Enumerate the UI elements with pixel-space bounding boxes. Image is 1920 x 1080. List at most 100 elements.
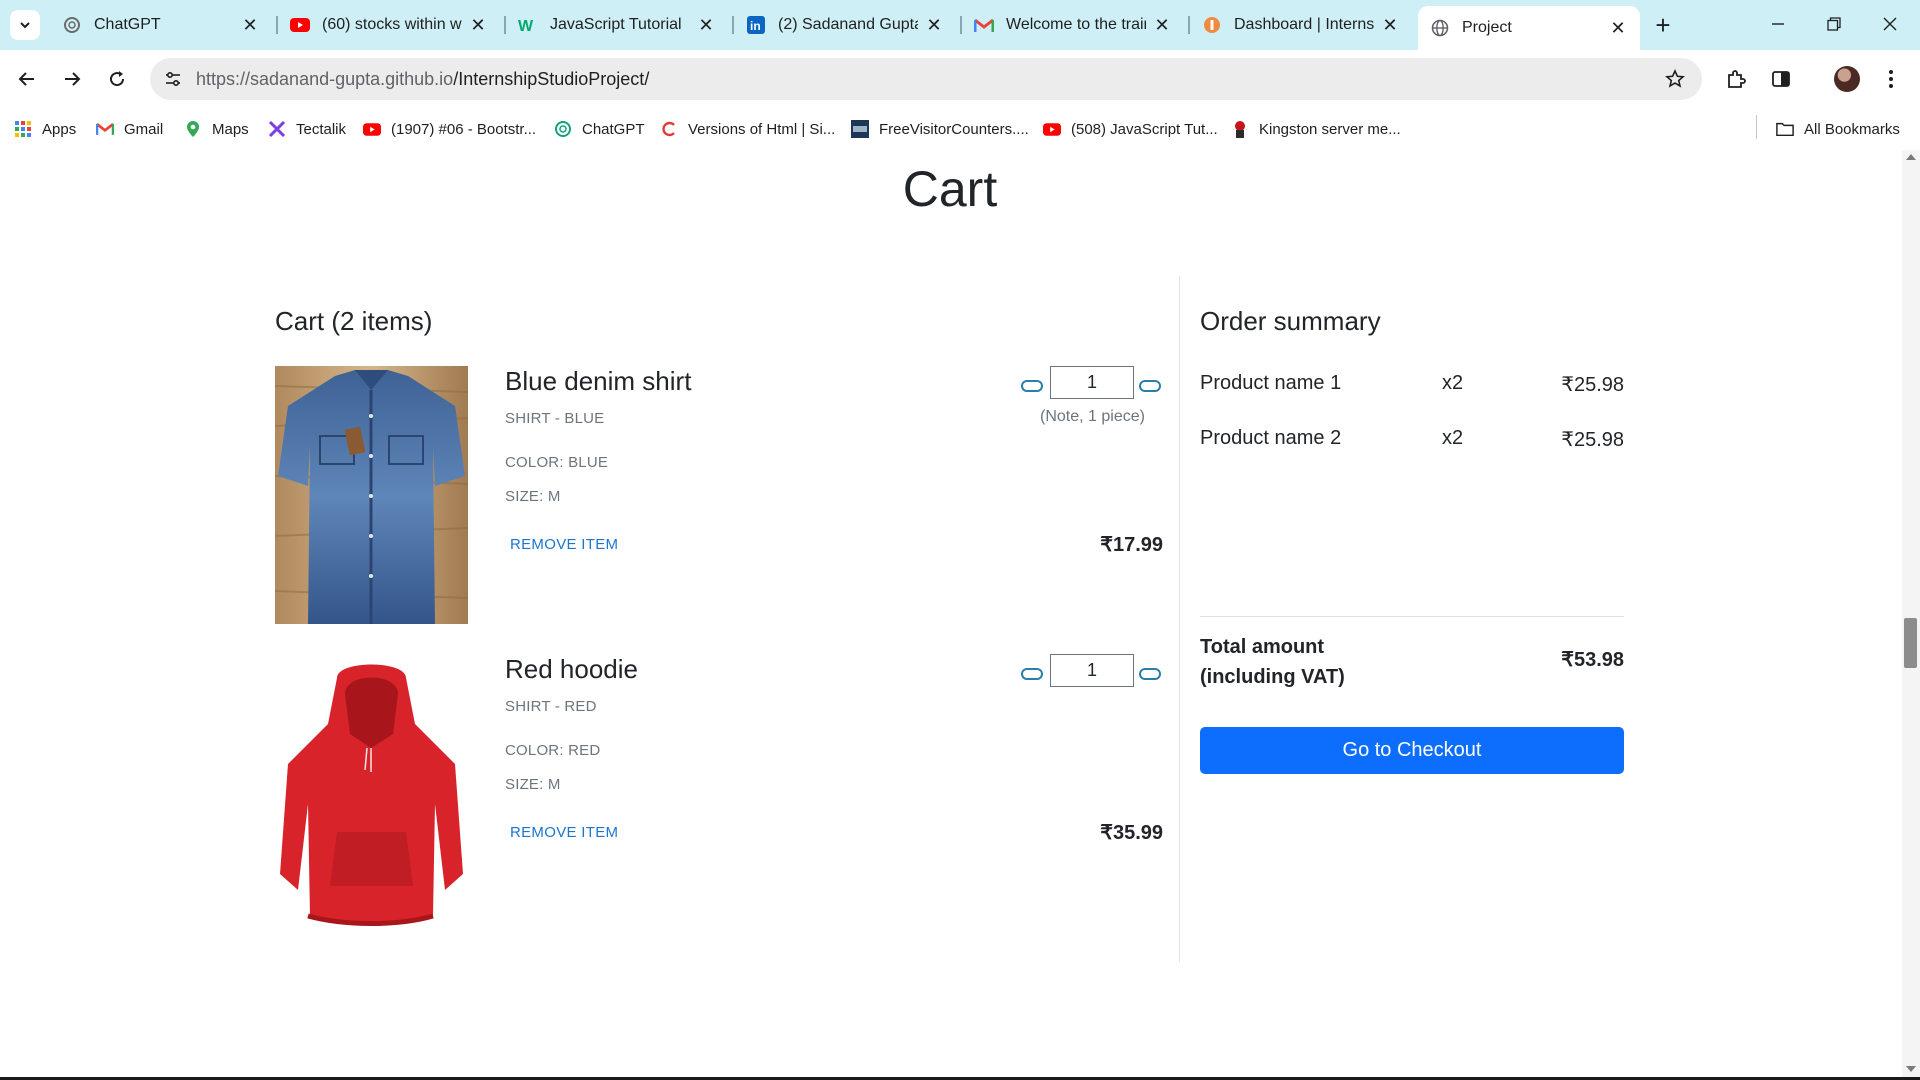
bookmark-label: All Bookmarks <box>1804 120 1900 138</box>
youtube-icon <box>1043 120 1061 138</box>
summary-product-qty: x2 <box>1442 427 1464 449</box>
scroll-up-arrow-icon[interactable] <box>1906 154 1916 160</box>
tab-youtube-stocks[interactable]: (60) stocks within we ✕ <box>278 8 500 42</box>
kingston-icon <box>1231 120 1249 138</box>
summary-product-price: ₹25.98 <box>1561 429 1624 451</box>
bookmark-versions-of-html[interactable]: Versions of Html | Si... <box>660 116 835 142</box>
bookmark-maps[interactable]: Maps <box>184 116 249 142</box>
close-icon[interactable]: ✕ <box>1152 15 1172 35</box>
forward-button[interactable] <box>55 62 89 96</box>
product-image-blue-denim-shirt <box>274 366 469 624</box>
bookmark-label: (1907) #06 - Bootstr... <box>391 120 537 138</box>
restore-button[interactable] <box>1812 6 1856 42</box>
counter-icon <box>851 120 869 138</box>
tectalik-icon <box>268 120 286 138</box>
cart-item: Blue denim shirt SHIRT - BLUE COLOR: BLU… <box>274 366 1163 624</box>
new-tab-button[interactable]: + <box>1648 10 1678 40</box>
close-icon[interactable]: ✕ <box>696 15 716 35</box>
side-panel-icon <box>1772 71 1790 87</box>
bookmark-label: FreeVisitorCounters.... <box>879 120 1029 138</box>
maps-pin-icon <box>184 120 202 138</box>
page-title: Cart <box>902 161 998 217</box>
chevron-down-icon <box>20 22 30 29</box>
gmail-icon <box>96 120 114 138</box>
quantity-input[interactable]: 1 <box>1050 654 1134 687</box>
tab-chatgpt[interactable]: ChatGPT ✕ <box>50 8 272 42</box>
summary-row: Product name 1 x2 ₹25.98 <box>1200 356 1624 412</box>
bookmark-bootstrap-video[interactable]: (1907) #06 - Bootstr... <box>363 116 536 142</box>
bookmark-label: Apps <box>42 120 77 138</box>
bookmark-gmail[interactable]: Gmail <box>96 116 163 142</box>
apps-grid-icon <box>14 120 32 138</box>
tab-internshala-dashboard[interactable]: Dashboard | Internsh ✕ <box>1190 8 1412 42</box>
close-icon[interactable]: ✕ <box>1380 15 1400 35</box>
url-text[interactable]: https://sadanand-gupta.github.io/Interns… <box>196 69 649 90</box>
bookmark-label: Kingston server me... <box>1259 120 1401 138</box>
browser-menu-button[interactable] <box>1874 62 1908 96</box>
tab-title: Welcome to the train <box>1006 16 1146 33</box>
scroll-down-arrow-icon[interactable] <box>1906 1066 1916 1072</box>
close-icon[interactable]: ✕ <box>1608 18 1628 38</box>
quantity-decrease-button[interactable] <box>1021 380 1043 392</box>
quantity-input[interactable]: 1 <box>1050 366 1134 399</box>
linkedin-icon: in <box>746 15 766 35</box>
page-scrollbar[interactable] <box>1902 150 1920 1080</box>
close-icon <box>1883 17 1897 31</box>
quantity-increase-button[interactable] <box>1139 380 1161 392</box>
quantity-decrease-button[interactable] <box>1021 668 1043 680</box>
site-settings-icon[interactable] <box>160 66 186 92</box>
tab-title: (2) Sadanand Gupta <box>778 16 918 33</box>
all-bookmarks[interactable]: All Bookmarks <box>1776 116 1900 142</box>
browser-toolbar: https://sadanand-gupta.github.io/Interns… <box>0 50 1920 108</box>
close-window-button[interactable] <box>1868 6 1912 42</box>
tab-search-button[interactable] <box>10 10 40 40</box>
url-path: /InternshipStudioProject/ <box>453 69 650 89</box>
bookmark-label: Gmail <box>124 120 164 138</box>
bookmark-label: Tectalik <box>296 120 347 138</box>
close-icon[interactable]: ✕ <box>240 15 260 35</box>
tab-project[interactable]: Project ✕ <box>1418 6 1640 50</box>
side-panel-button[interactable] <box>1764 62 1798 96</box>
product-image-red-hoodie <box>275 654 468 933</box>
summary-row: Product name 2 x2 ₹25.98 <box>1200 411 1624 467</box>
remove-item-link[interactable]: REMOVE ITEM <box>510 824 618 841</box>
bookmark-javascript-video[interactable]: (508) JavaScript Tut... <box>1043 116 1218 142</box>
profile-button[interactable] <box>1830 62 1864 96</box>
back-button[interactable] <box>10 62 44 96</box>
minimize-button[interactable] <box>1756 6 1800 42</box>
bookmark-freevisitorcounters[interactable]: FreeVisitorCounters.... <box>851 116 1029 142</box>
quantity-increase-button[interactable] <box>1139 668 1161 680</box>
total-label: Total amount (including VAT) <box>1200 636 1345 688</box>
checkout-button[interactable]: Go to Checkout <box>1200 727 1624 774</box>
product-category: SHIRT - BLUE <box>505 410 605 427</box>
bookmark-chatgpt[interactable]: ChatGPT <box>554 116 645 142</box>
tab-javascript-tutorial[interactable]: W JavaScript Tutorial ✕ <box>506 8 728 42</box>
tab-gmail[interactable]: Welcome to the train ✕ <box>962 8 1184 42</box>
restore-icon <box>1827 17 1841 31</box>
bookmarks-bar: Apps Gmail Maps Tectalik (1907) #06 - Bo… <box>0 108 1920 150</box>
scrollbar-thumb[interactable] <box>1904 618 1917 668</box>
product-size: SIZE: M <box>505 488 561 505</box>
svg-text:in: in <box>750 19 761 33</box>
column-divider <box>1179 276 1180 962</box>
tab-linkedin[interactable]: in (2) Sadanand Gupta ✕ <box>734 8 956 42</box>
total-value: ₹53.98 <box>1561 649 1624 671</box>
versions-icon <box>660 120 678 138</box>
arrow-left-icon <box>18 72 34 86</box>
bookmark-star-icon[interactable] <box>1662 66 1688 92</box>
arrow-right-icon <box>65 72 81 86</box>
close-icon[interactable]: ✕ <box>924 15 944 35</box>
bookmark-kingston[interactable]: Kingston server me... <box>1231 116 1401 142</box>
bookmark-tectalik[interactable]: Tectalik <box>268 116 346 142</box>
remove-item-link[interactable]: REMOVE ITEM <box>510 536 618 553</box>
address-bar[interactable]: https://sadanand-gupta.github.io/Interns… <box>150 58 1702 100</box>
bookmark-apps[interactable]: Apps <box>14 116 76 142</box>
youtube-icon <box>290 15 310 35</box>
gmail-icon <box>974 15 994 35</box>
page-viewport: Cart Cart (2 items) Blue denim shirt SHI… <box>0 150 1920 1080</box>
reload-button[interactable] <box>100 62 134 96</box>
close-icon[interactable]: ✕ <box>468 15 488 35</box>
product-price: ₹17.99 <box>1100 534 1163 556</box>
youtube-icon <box>363 120 381 138</box>
extensions-button[interactable] <box>1719 62 1753 96</box>
